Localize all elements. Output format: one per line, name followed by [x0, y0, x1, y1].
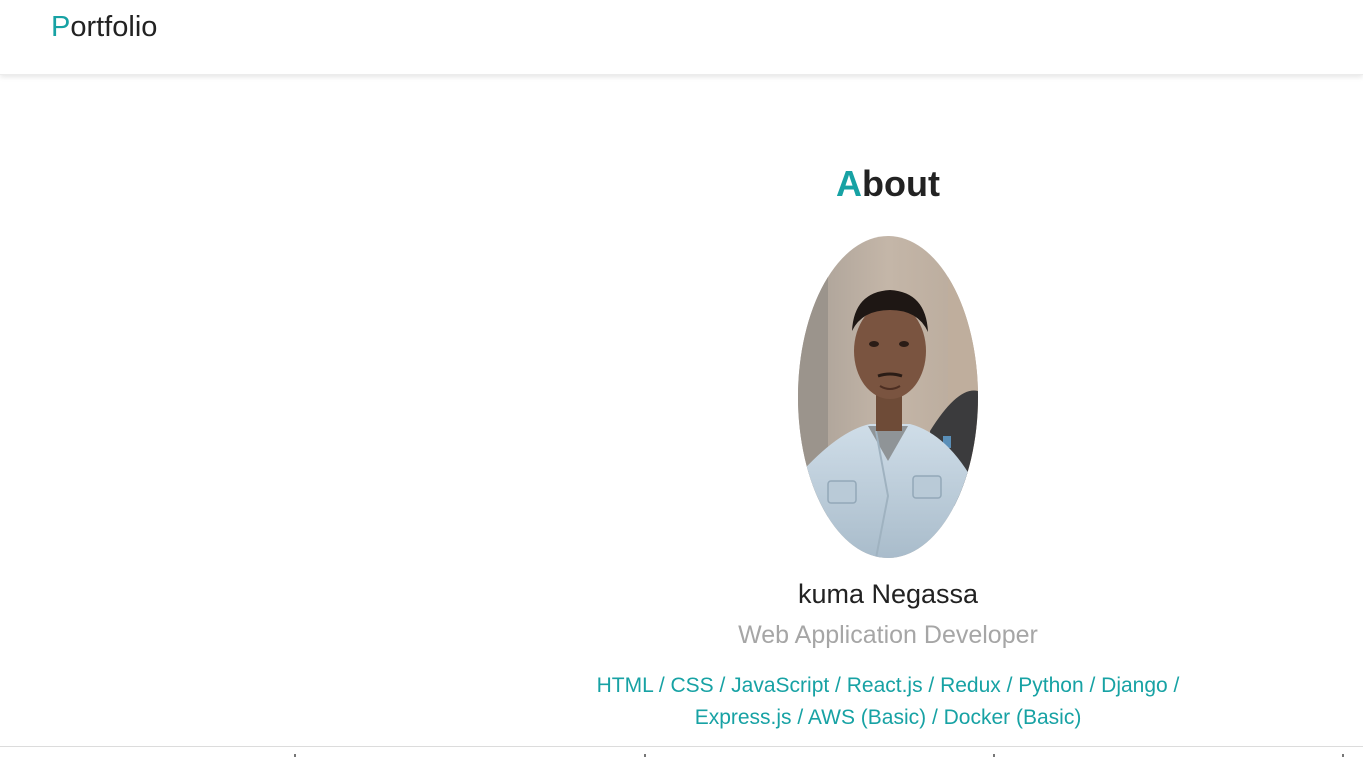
profile-role: Web Application Developer	[738, 621, 1038, 649]
profile-name: kuma Negassa	[797, 579, 979, 609]
about-heading: About	[588, 160, 1188, 208]
skills-line: HTML / CSS / JavaScript / React.js / Red…	[596, 674, 1180, 697]
section-divider	[0, 746, 1363, 747]
brand-rest: ortfolio	[70, 11, 158, 43]
profile-photo	[798, 236, 978, 558]
about-section: About kuma Negassa Web Application Devel…	[588, 160, 1188, 729]
navbar: Portfolio	[0, 0, 1363, 75]
skills-line: Express.js / AWS (Basic) / Docker (Basic…	[694, 706, 1082, 729]
about-heading-initial: A	[836, 163, 863, 204]
brand-initial: P	[51, 11, 71, 43]
about-heading-rest: bout	[862, 163, 940, 204]
brand-logo[interactable]: Portfolio	[51, 10, 157, 44]
skills-list: HTML / CSS / JavaScript / React.js / Red…	[588, 670, 1188, 734]
